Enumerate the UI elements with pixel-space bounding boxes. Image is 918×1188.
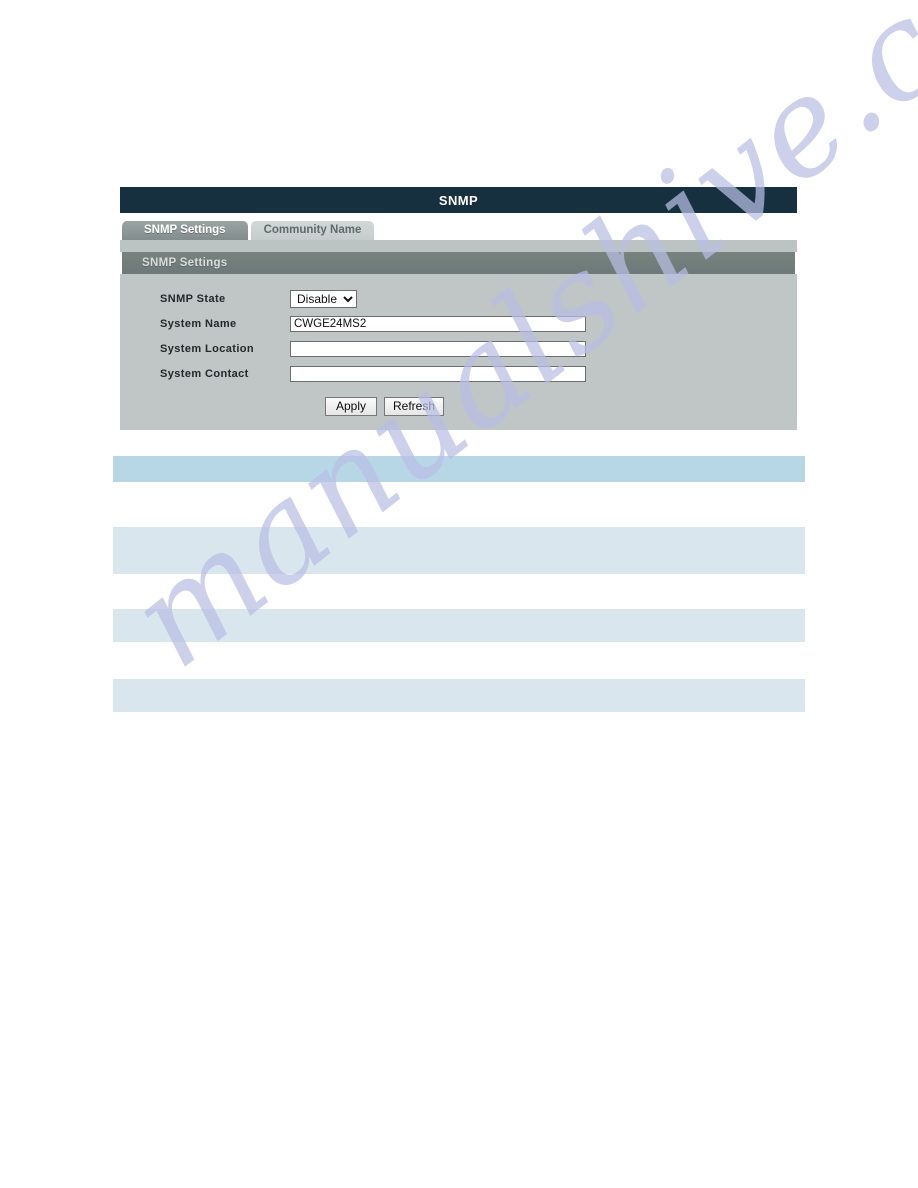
settings-form: SNMP State DisableEnable System Name Sys… [120, 274, 797, 430]
snmp-state-label: SNMP State [160, 292, 226, 305]
snmp-state-select[interactable]: DisableEnable [290, 289, 357, 308]
apply-button[interactable]: Apply [324, 397, 377, 416]
tab-bar: SNMP Settings Community Name [120, 221, 797, 240]
form-row-system-location: System Location [120, 336, 797, 361]
system-contact-label: System Contact [160, 367, 249, 380]
snmp-configuration-panel: SNMP SNMP Settings Community Name SNMP S… [120, 187, 797, 430]
tab-snmp-settings-label: SNMP Settings [144, 224, 226, 236]
section-header-label: SNMP Settings [142, 257, 228, 269]
tab-community-name-label: Community Name [263, 224, 362, 236]
redacted-text-bar [113, 609, 805, 642]
form-row-system-name: System Name [120, 311, 797, 336]
system-name-input[interactable] [290, 315, 586, 332]
refresh-button[interactable]: Refresh [383, 397, 445, 416]
page-title: SNMP [438, 192, 479, 208]
section-header: SNMP Settings [122, 252, 795, 274]
tab-snmp-settings[interactable]: SNMP Settings [122, 221, 248, 240]
system-name-label: System Name [160, 317, 237, 330]
form-row-snmp-state: SNMP State DisableEnable [120, 286, 797, 311]
tab-community-name[interactable]: Community Name [250, 221, 375, 240]
system-location-input[interactable] [290, 340, 586, 357]
system-contact-input[interactable] [290, 365, 586, 382]
redacted-text-bar [113, 527, 805, 574]
redacted-text-bar [113, 679, 805, 712]
watermark-overlay: manualshive.com [0, 0, 918, 1188]
form-actions: Apply Refresh [120, 397, 797, 416]
tab-underline-band [120, 240, 797, 252]
system-location-label: System Location [160, 342, 255, 355]
form-row-system-contact: System Contact [120, 361, 797, 386]
page-title-bar: SNMP [120, 187, 797, 213]
redacted-text-bar [113, 456, 805, 482]
